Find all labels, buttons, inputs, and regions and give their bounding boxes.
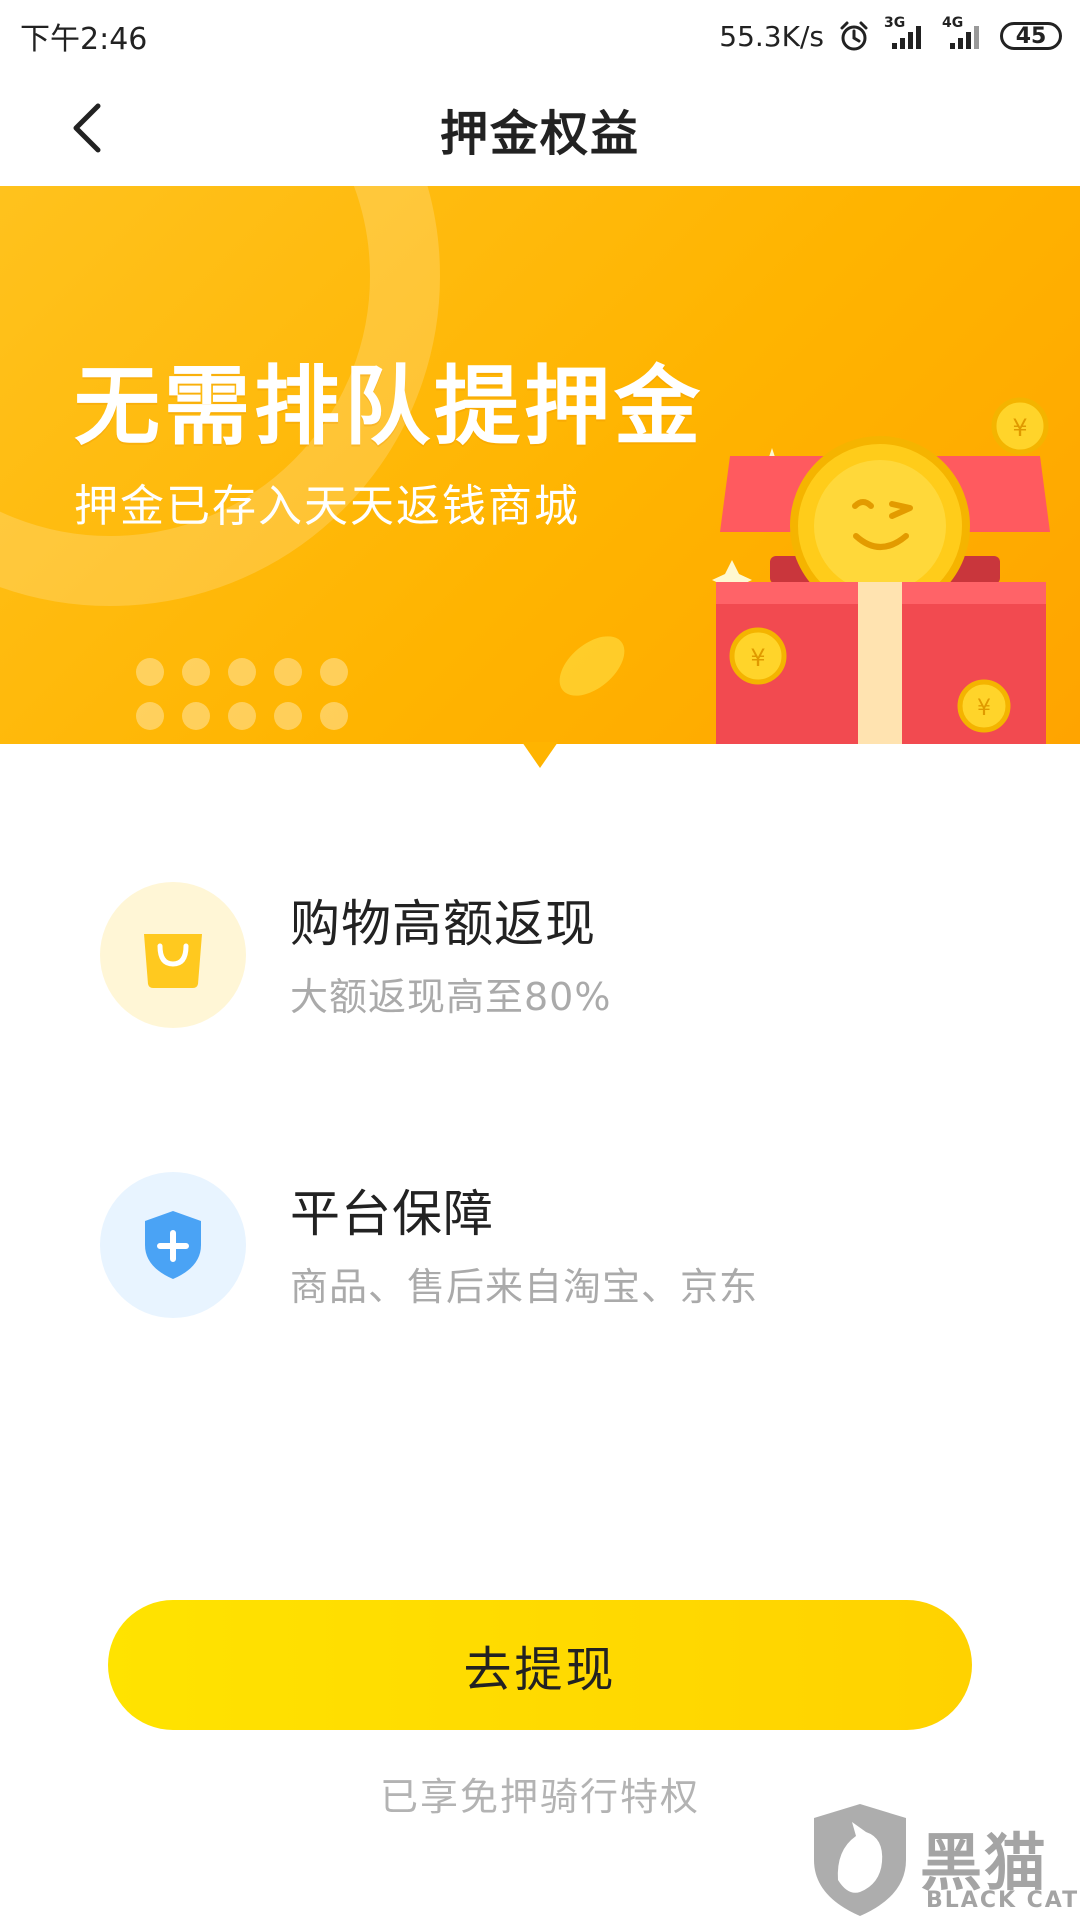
battery-icon: 45 — [1000, 22, 1062, 50]
watermark-en: BLACK CAT — [926, 1888, 1080, 1913]
network-speed: 55.3K/s — [719, 19, 824, 53]
feature-description: 大额返现高至80% — [290, 974, 612, 1019]
chevron-left-icon — [73, 103, 101, 153]
svg-text:¥: ¥ — [750, 644, 765, 672]
page-title: 押金权益 — [439, 106, 640, 162]
network-3g-label: 3G — [884, 15, 906, 31]
blackcat-watermark: 黑猫 BLACK CAT — [808, 1800, 1080, 1920]
back-button[interactable] — [56, 96, 120, 160]
alarm-icon — [838, 20, 870, 52]
promo-banner: 无需排队提押金 押金已存入天天返钱商城 ¥ ¥ ¥ — [0, 186, 1080, 744]
network-4g-label: 4G — [942, 15, 964, 31]
feature-title: 购物高额返现 — [290, 894, 596, 953]
feature-cashback: 购物高额返现 大额返现高至80% — [100, 880, 980, 1030]
banner-decor-dots — [136, 658, 356, 730]
banner-subtitle: 押金已存入天天返钱商城 — [74, 481, 580, 532]
gift-box-illustration: ¥ ¥ ¥ — [559, 397, 1050, 744]
page: 下午2:46 55.3K/s 3G 4G 45 押金权益 无需排队提押金 押金已… — [0, 0, 1080, 1920]
svg-text:¥: ¥ — [977, 696, 991, 721]
header: 押金权益 — [0, 72, 1080, 186]
battery-level: 45 — [1015, 23, 1047, 49]
status-bar: 下午2:46 55.3K/s 3G 4G 45 — [0, 0, 1080, 72]
cat-shield-logo — [814, 1804, 906, 1916]
svg-text:¥: ¥ — [1012, 414, 1027, 442]
feature-title: 平台保障 — [290, 1184, 494, 1243]
feature-guarantee: 平台保障 商品、售后来自淘宝、京东 — [100, 1170, 980, 1320]
shopping-bag-icon — [100, 882, 246, 1028]
signal-4g-icon: 4G — [942, 15, 986, 51]
feature-description: 商品、售后来自淘宝、京东 — [290, 1264, 759, 1309]
banner-pointer — [522, 742, 558, 768]
status-time: 下午2:46 — [20, 22, 148, 57]
signal-3g-icon: 3G — [884, 15, 928, 51]
shield-plus-icon — [100, 1172, 246, 1318]
withdraw-button[interactable]: 去提现 — [108, 1600, 972, 1730]
